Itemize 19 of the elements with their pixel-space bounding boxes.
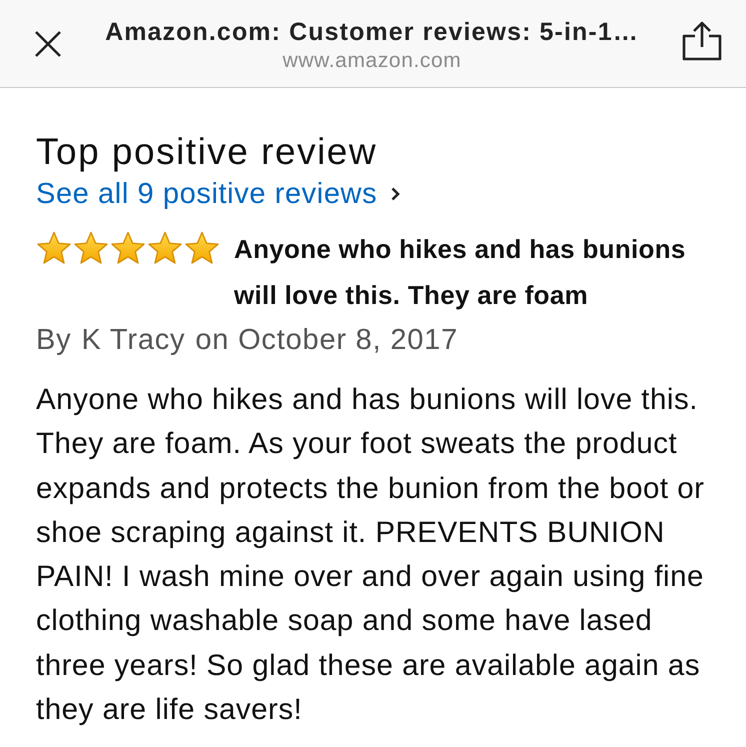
star-icon [36, 231, 72, 265]
star-icon [110, 231, 146, 265]
see-all-reviews-link[interactable]: See all 9 positive reviews [36, 176, 378, 212]
review-date: on October 8, 2017 [195, 323, 458, 358]
review-title: Anyone who hikes and has bunions will love this. They are foam [234, 233, 687, 312]
share-button[interactable] [682, 20, 722, 60]
review-text: Anyone who hikes and has bunions will love this. They are foam. As your foot sweats the product expands and protects the bunion from the boot or shoe scraping against it. PREVENTS BUNION PAIN! I wash mine over and over again using fine clothing washable soap and some have lased three years! So glad these are available again as they are life savers! [36, 382, 706, 728]
author-name[interactable]: K Tracy [81, 322, 186, 358]
close-button[interactable] [34, 30, 62, 58]
chevron-icon [391, 187, 400, 201]
page-url: www.amazon.com [282, 49, 462, 73]
star-icon [147, 231, 183, 265]
section-heading: Top positive review [36, 130, 378, 174]
byline-label: By [36, 323, 72, 358]
share-icon [682, 20, 722, 60]
page-title: Amazon.com: Customer reviews: 5-in-1… [105, 18, 639, 47]
close-icon [34, 30, 62, 58]
star-icon [184, 231, 220, 265]
star-icon [73, 231, 109, 265]
